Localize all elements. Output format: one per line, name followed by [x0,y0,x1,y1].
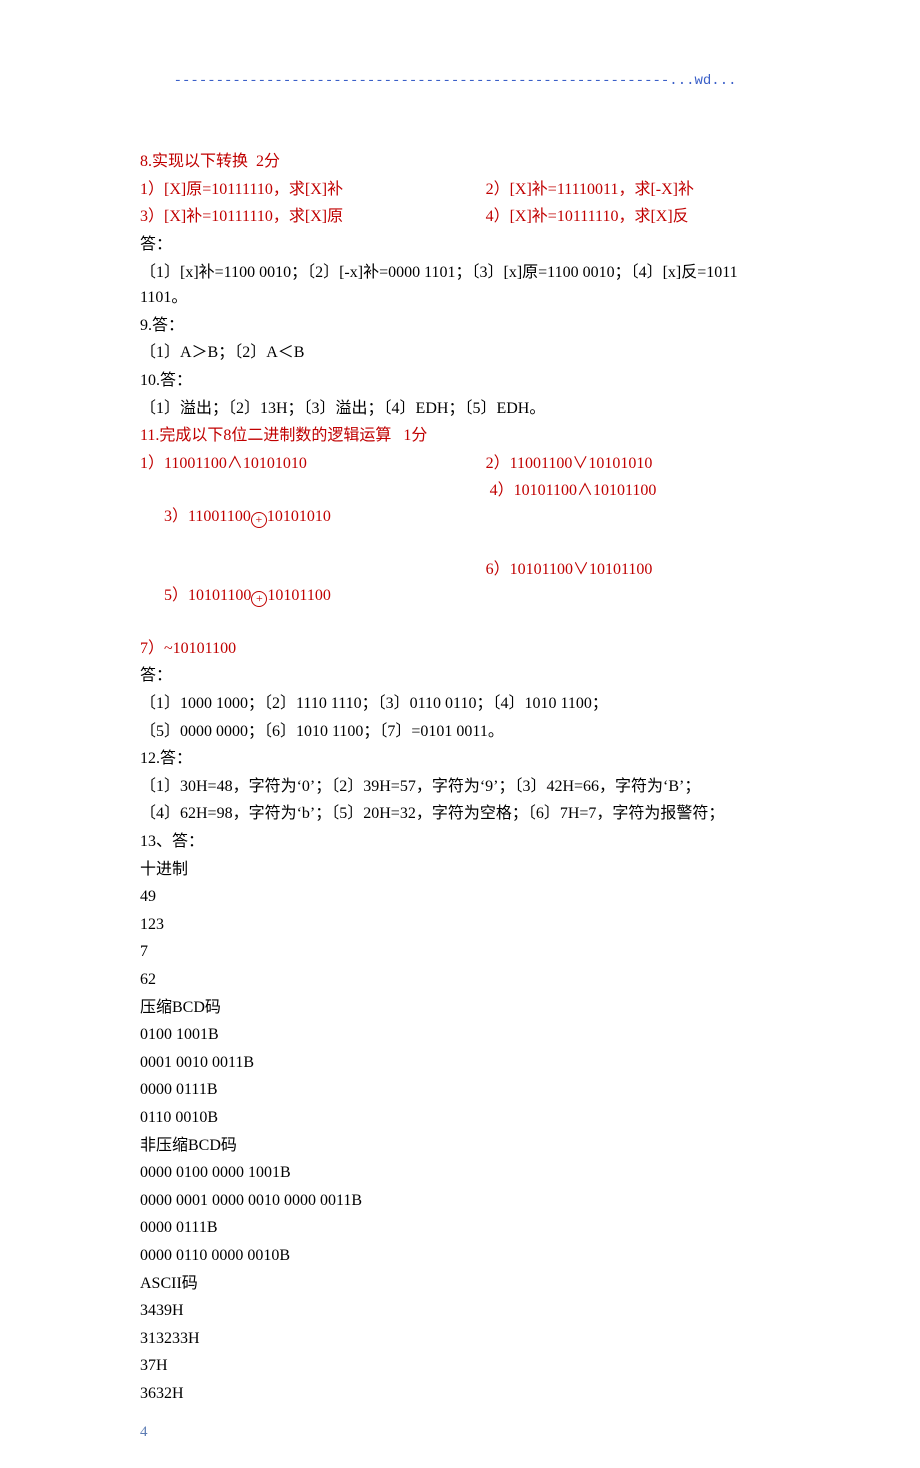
xor-icon: + [251,512,267,528]
q8-row1: 1）[X]原=10111110，求[X]补 2）[X]补=11110011，求[… [140,177,780,205]
q11-ans-label: 答： [140,663,780,689]
xor-icon: + [251,591,267,607]
q11-ans1: 〔1〕1000 1000；〔2〕1110 1110；〔3〕0110 0110；〔… [140,691,780,717]
q11-3a: 3）11001100 [164,508,251,525]
list-item: 0000 0100 0000 1001B [140,1160,780,1186]
list-item: 313233H [140,1326,780,1352]
list-item: 7 [140,939,780,965]
document-page: ----------------------------------------… [0,0,920,1468]
q11-row3: 5）10101100+10101100 6）10101100∨10101100 [140,557,780,636]
q8-ans: 〔1〕[x]补=1100 0010；〔2〕[-x]补=0000 1101；〔3〕… [140,260,780,311]
q10-label: 10.答： [140,368,780,394]
q8-ans-label: 答： [140,232,780,258]
list-item: 123 [140,912,780,938]
list-item: 62 [140,967,780,993]
list-item: 0000 0111B [140,1077,780,1103]
q8-3: 3）[X]补=10111110，求[X]原 [140,204,486,230]
q9-label: 9.答： [140,313,780,339]
header-wd: ...wd... [669,73,736,89]
q11-7: 7）~10101100 [140,636,780,662]
list-item: 0110 0010B [140,1105,780,1131]
q8-title: 8.实现以下转换 2分 [140,149,780,175]
list-item: 压缩BCD码 [140,995,780,1021]
q11-5b: 10101100 [267,587,330,604]
q12-a2: 〔4〕62H=98，字符为‘b’；〔5〕20H=32，字符为空格；〔6〕7H=7… [140,801,780,827]
q11-3: 3）11001100+10101010 [140,478,486,555]
q9-ans: 〔1〕A＞B；〔2〕A＜B [140,340,780,366]
list-item: ASCII码 [140,1271,780,1297]
list-item: 0000 0110 0000 0010B [140,1243,780,1269]
q11-5a: 5）10101100 [164,587,251,604]
list-item: 0100 1001B [140,1022,780,1048]
list-item: 0001 0010 0011B [140,1050,780,1076]
q12-a1: 〔1〕30H=48，字符为‘0’；〔2〕39H=57，字符为‘9’；〔3〕42H… [140,774,780,800]
list-item: 0000 0111B [140,1215,780,1241]
q8-1: 1）[X]原=10111110，求[X]补 [140,177,486,203]
q11-row1: 1）11001100∧10101010 2）11001100∨10101010 [140,451,780,479]
q11-ans2: 〔5〕0000 0000；〔6〕1010 1100；〔7〕=0101 0011。 [140,719,780,745]
list-item: 0000 0001 0000 0010 0000 0011B [140,1188,780,1214]
q11-row2: 3）11001100+10101010 4）10101100∧10101100 [140,478,780,557]
list-item: 十进制 [140,857,780,883]
page-header: ----------------------------------------… [140,48,780,115]
list-item: 49 [140,884,780,910]
q11-4: 4）10101100∧10101100 [486,478,780,555]
list-item: 3632H [140,1381,780,1407]
q11-title: 11.完成以下8位二进制数的逻辑运算 1分 [140,423,780,449]
q8-4: 4）[X]补=10111110，求[X]反 [486,204,780,230]
q11-6: 6）10101100∨10101100 [486,557,780,634]
q11-3b: 10101010 [267,508,331,525]
q8-row2: 3）[X]补=10111110，求[X]原 4）[X]补=10111110，求[… [140,204,780,232]
q13-label: 13、答： [140,829,780,855]
list-item: 37H [140,1353,780,1379]
list-item: 非压缩BCD码 [140,1133,780,1159]
q8-2: 2）[X]补=11110011，求[-X]补 [486,177,780,203]
page-number: 4 [140,1420,148,1444]
q10-ans: 〔1〕溢出；〔2〕13H；〔3〕溢出；〔4〕EDH；〔5〕EDH。 [140,396,780,422]
q11-1: 1）11001100∧10101010 [140,451,486,477]
q11-5: 5）10101100+10101100 [140,557,486,634]
q11-2: 2）11001100∨10101010 [486,451,780,477]
header-dashes: ----------------------------------------… [174,73,670,89]
q12-label: 12.答： [140,746,780,772]
